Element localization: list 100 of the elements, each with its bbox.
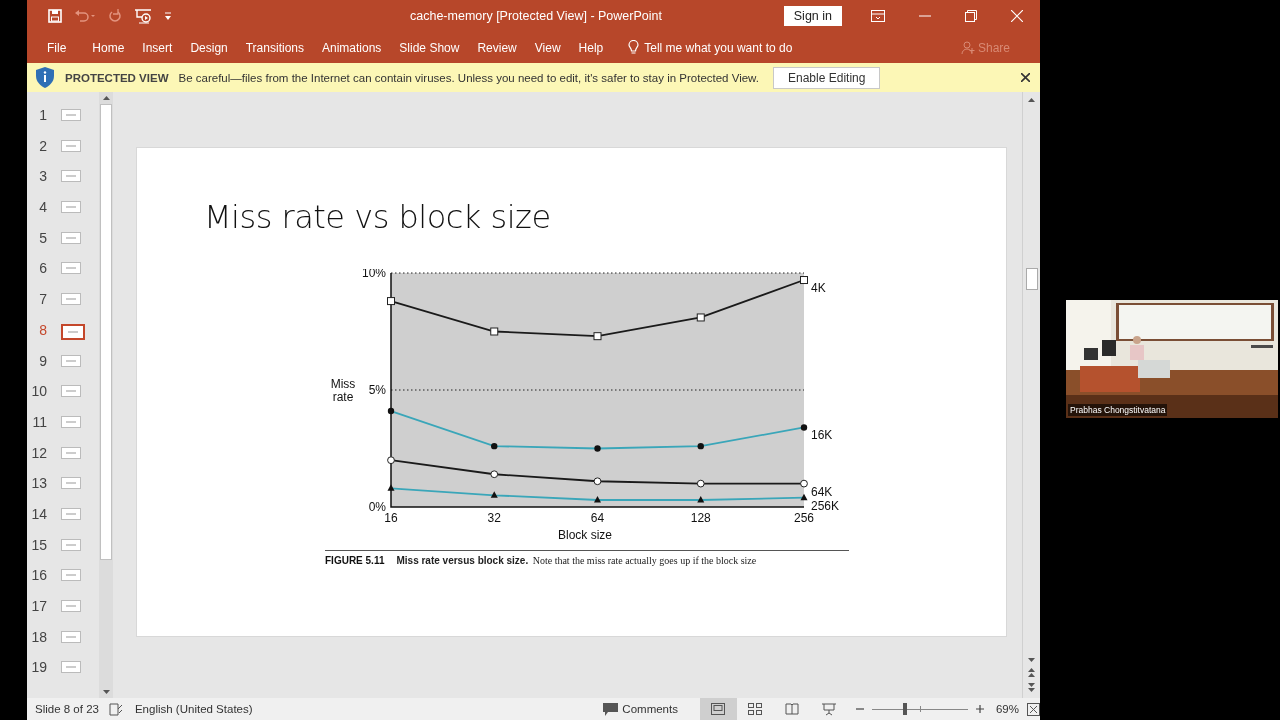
participant-name: Prabhas Chongstitvatana — [1068, 404, 1168, 416]
data-point — [594, 445, 601, 452]
ribbon-display-icon[interactable] — [871, 10, 885, 22]
slide-thumbnail[interactable] — [61, 354, 81, 367]
slide-number: 17 — [30, 598, 47, 614]
view-button[interactable] — [699, 698, 737, 720]
x-tick-label: 32 — [487, 511, 501, 525]
slide-thumbnail[interactable] — [61, 385, 81, 398]
slide-thumbnail[interactable] — [61, 262, 81, 275]
data-point — [593, 477, 602, 486]
slide-thumbnail[interactable] — [61, 569, 81, 582]
protected-view-label: PROTECTED VIEW — [65, 71, 169, 84]
zoom-in-icon[interactable] — [975, 705, 984, 713]
restore-icon[interactable] — [965, 10, 977, 22]
slide-number: 14 — [30, 505, 47, 522]
ribbon-tab[interactable]: File — [47, 36, 67, 59]
data-point — [594, 496, 601, 503]
protected-view-message: Be careful—files from the Internet can contain viruses. Unless you need to edit, it's safer to stay in Protected View. — [178, 71, 759, 84]
scrollbar[interactable] — [99, 92, 113, 698]
ribbon-tab[interactable]: Design — [190, 36, 228, 59]
ribbon-tab[interactable]: Insert — [142, 36, 173, 59]
series-label: 4K — [811, 281, 826, 295]
ribbon-tab[interactable]: Slide Show — [399, 36, 460, 59]
slide-thumbnail[interactable] — [61, 170, 81, 183]
slide-number: 11 — [31, 413, 47, 430]
slide-number: 18 — [30, 628, 47, 645]
slide-thumbnail[interactable] — [61, 231, 81, 244]
x-tick-label: 64 — [590, 511, 605, 525]
series-label: 256K — [811, 498, 840, 513]
slide-thumbnail[interactable] — [61, 538, 81, 551]
slide-number: 3 — [38, 168, 47, 185]
slide-thumbnail[interactable] — [61, 661, 81, 674]
x-tick-label: 256 — [794, 511, 814, 525]
data-point — [800, 493, 808, 501]
projector-screen-icon — [822, 702, 837, 716]
slide-number: 5 — [38, 229, 47, 246]
slide-thumbnail[interactable] — [61, 109, 81, 121]
data-point — [491, 442, 498, 450]
undo-icon[interactable] — [74, 9, 96, 23]
book-icon — [785, 703, 800, 715]
data-point — [800, 424, 808, 431]
ribbon-tab[interactable]: Review — [477, 36, 517, 59]
data-point — [387, 407, 395, 415]
x-tick-label: 128 — [690, 511, 711, 525]
ribbon-tab[interactable]: Help — [578, 36, 604, 59]
slide-thumbnail[interactable] — [61, 630, 81, 643]
scroll-thumb[interactable] — [1025, 268, 1038, 290]
data-point — [490, 491, 498, 498]
slide-thumbnail[interactable] — [61, 139, 81, 152]
slide-number: 16 — [30, 567, 47, 584]
previous-slide-icon[interactable] — [1028, 668, 1035, 677]
slide-thumbnail[interactable] — [61, 415, 81, 428]
scroll-down-icon[interactable] — [1028, 658, 1035, 662]
data-point — [696, 479, 705, 488]
data-point — [387, 456, 395, 465]
close-icon[interactable] — [1021, 73, 1030, 82]
notes-icon[interactable] — [108, 702, 123, 716]
ribbon-tab[interactable]: Transitions — [245, 36, 304, 59]
slide-thumbnail[interactable] — [61, 600, 81, 612]
scroll-up-icon[interactable] — [1028, 98, 1035, 102]
customize-icon[interactable] — [164, 11, 172, 21]
lightbulb-icon — [628, 40, 640, 55]
slide-thumbnail[interactable] — [61, 446, 81, 459]
sign-in-button[interactable]: Sign in — [783, 6, 842, 26]
slide-thumbnail[interactable] — [61, 293, 81, 306]
scroll-down-icon[interactable] — [102, 690, 110, 694]
slide-thumbnail[interactable] — [61, 477, 81, 490]
next-slide-icon[interactable] — [1028, 683, 1035, 692]
slide-thumbnail[interactable] — [61, 323, 85, 340]
x-tick-label: 16 — [384, 511, 398, 525]
slide-thumbnail[interactable] — [61, 507, 81, 520]
data-point — [697, 442, 704, 450]
slide-number: 7 — [38, 291, 47, 308]
ribbon-tab[interactable]: Animations — [322, 36, 382, 59]
slide-number: 1 — [38, 107, 47, 123]
tell-me-field[interactable]: Tell me what you want to do — [628, 40, 793, 55]
slide-number: 8 — [38, 321, 47, 338]
comment-icon — [603, 702, 619, 716]
presentation-icon[interactable] — [134, 8, 152, 24]
zoom-out-icon[interactable] — [855, 705, 864, 713]
zoom-slider[interactable] — [871, 703, 968, 715]
slide-number: 2 — [38, 137, 47, 154]
enable-editing-button[interactable]: Enable Editing — [773, 66, 881, 89]
zoom-level[interactable]: 69% — [995, 703, 1019, 715]
figure-label: FIGURE 5.11 — [325, 555, 385, 566]
person-add-icon — [960, 40, 975, 55]
redo-icon[interactable] — [108, 9, 122, 23]
normal-view-icon — [711, 703, 726, 715]
ribbon-tab[interactable]: View — [534, 36, 561, 59]
scrollbar[interactable] — [1022, 92, 1040, 698]
save-icon[interactable] — [48, 9, 62, 23]
language-indicator[interactable]: English (United States) — [134, 703, 253, 715]
slide-number: 19 — [30, 659, 47, 676]
comments-button[interactable]: Comments — [597, 701, 684, 717]
window-title: cache-memory [Protected View] - PowerPoint — [410, 9, 662, 23]
scroll-up-icon[interactable] — [102, 96, 110, 100]
ribbon-tab[interactable]: Home — [92, 36, 125, 59]
slide-thumbnail[interactable] — [61, 201, 81, 214]
fit-to-window-icon[interactable] — [1027, 702, 1040, 716]
y-tick-label: 5% — [368, 383, 386, 397]
